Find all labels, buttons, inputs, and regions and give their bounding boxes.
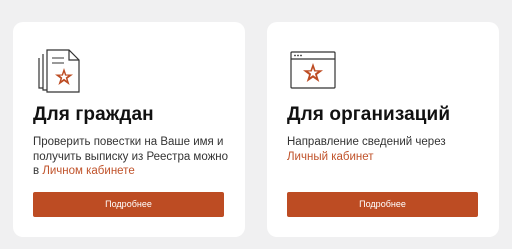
card-title: Для организаций [287,104,451,125]
organizations-details-button[interactable]: Подробнее [287,192,478,217]
documents-star-icon [33,46,85,96]
personal-account-link[interactable]: Личном кабинете [42,165,134,177]
browser-window-star-icon [287,46,339,96]
organizations-card: Для организаций Направление сведений чер… [267,22,499,237]
citizens-card: Для граждан Проверить повестки на Ваше и… [13,22,245,237]
personal-account-link[interactable]: Личный кабинет [287,151,374,163]
card-description: Проверить повестки на Ваше имя и получит… [33,135,233,179]
card-description-text: Направление сведений через [287,136,446,148]
citizens-details-button[interactable]: Подробнее [33,192,224,217]
card-description: Направление сведений через Личный кабине… [287,135,487,164]
card-title: Для граждан [33,104,154,125]
page: Для граждан Проверить повестки на Ваше и… [0,0,512,249]
